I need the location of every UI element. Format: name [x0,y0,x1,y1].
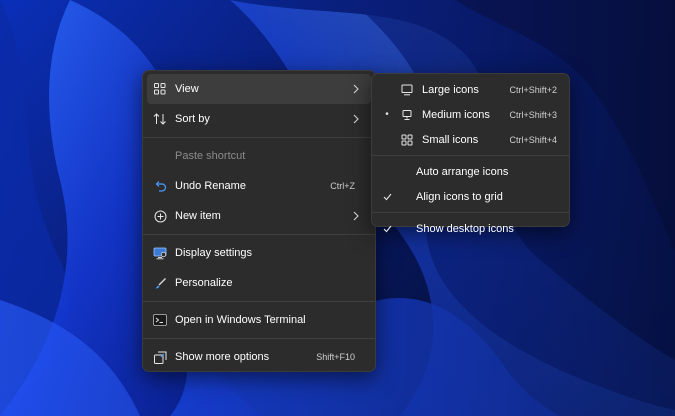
grid-icon [153,82,167,96]
menu-item-open-terminal[interactable]: Open in Windows Terminal [147,305,371,335]
menu-item-label: Sort by [175,113,210,125]
monitor-large-icon [400,83,414,97]
view-submenu: Large icons Ctrl+Shift+2 • Medium icons … [371,73,570,235]
menu-separator [143,234,375,235]
menu-item-paste-shortcut[interactable]: Paste shortcut [147,141,371,171]
submenu-item-label: Large icons [422,83,479,96]
submenu-item-align-to-grid[interactable]: Align icons to grid [376,184,565,209]
checkmark-icon [380,193,394,201]
menu-separator [143,338,375,339]
submenu-item-show-desktop-icons[interactable]: Show desktop icons [376,216,565,241]
menu-item-label: New item [175,210,221,222]
checkmark-icon [380,225,394,233]
terminal-icon [153,313,167,327]
submenu-item-auto-arrange[interactable]: Auto arrange icons [376,159,565,184]
menu-item-label: Open in Windows Terminal [175,314,306,326]
more-options-icon [153,350,167,364]
chevron-right-icon [351,84,361,94]
small-grid-icon [400,133,414,147]
submenu-item-label: Show desktop icons [416,222,514,235]
undo-icon [153,179,167,193]
submenu-item-label: Align icons to grid [416,190,503,203]
menu-item-label: View [175,83,199,95]
brush-icon [153,276,167,290]
desktop-context-menu: View Sort by Paste shortcut Undo Rename … [142,70,376,372]
selected-bullet-icon: • [385,109,389,120]
menu-separator [372,212,569,213]
menu-item-show-more-options[interactable]: Show more options Shift+F10 [147,342,371,372]
shortcut-hint: Shift+F10 [316,352,355,362]
menu-item-undo-rename[interactable]: Undo Rename Ctrl+Z [147,171,371,201]
submenu-item-medium-icons[interactable]: • Medium icons Ctrl+Shift+3 [376,102,565,127]
submenu-item-label: Small icons [422,133,479,146]
sort-icon [153,112,167,126]
menu-item-label: Display settings [175,247,253,259]
menu-separator [143,301,375,302]
menu-item-sort-by[interactable]: Sort by [147,104,371,134]
menu-item-label: Personalize [175,277,233,289]
submenu-item-label: Auto arrange icons [416,165,509,178]
shortcut-hint: Ctrl+Z [330,181,355,191]
display-icon [153,246,167,260]
monitor-medium-icon [400,108,414,122]
menu-separator [372,155,569,156]
shortcut-hint: Ctrl+Shift+3 [509,109,557,120]
add-circle-icon [153,209,167,223]
shortcut-hint: Ctrl+Shift+4 [509,134,557,145]
submenu-item-large-icons[interactable]: Large icons Ctrl+Shift+2 [376,77,565,102]
menu-item-personalize[interactable]: Personalize [147,268,371,298]
submenu-item-label: Medium icons [422,108,490,121]
shortcut-hint: Ctrl+Shift+2 [509,84,557,95]
menu-item-label: Show more options [175,351,270,363]
menu-item-display-settings[interactable]: Display settings [147,238,371,268]
chevron-right-icon [351,211,361,221]
submenu-item-small-icons[interactable]: Small icons Ctrl+Shift+4 [376,127,565,152]
menu-item-label: Paste shortcut [175,150,246,162]
chevron-right-icon [351,114,361,124]
menu-separator [143,137,375,138]
menu-item-new-item[interactable]: New item [147,201,371,231]
menu-item-view[interactable]: View [147,74,371,104]
menu-item-label: Undo Rename [175,180,246,192]
